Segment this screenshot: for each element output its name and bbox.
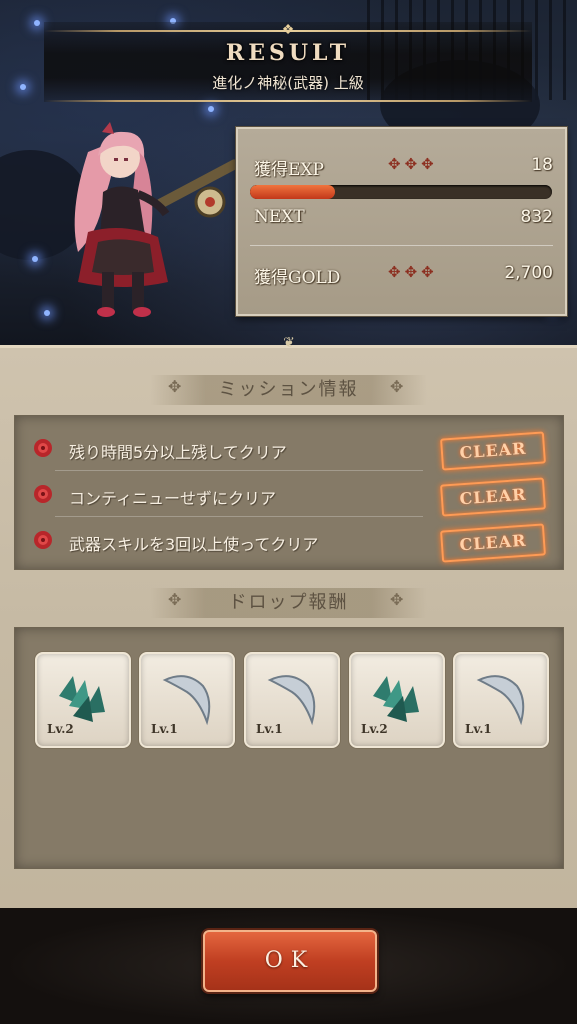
item-level: Lv.1 xyxy=(256,722,283,736)
cross-ornament-icon: ✥ xyxy=(390,590,406,609)
rose-icon xyxy=(34,485,52,503)
drop-item[interactable]: Lv.1 xyxy=(453,652,549,748)
clear-stamp: CLEAR xyxy=(440,431,546,471)
ok-button[interactable]: OK xyxy=(203,930,377,992)
exp-progress-fill xyxy=(250,185,335,199)
item-level: Lv.2 xyxy=(361,722,388,736)
gold-stars-icon: ✥✥✥ xyxy=(388,263,438,281)
result-title: RESULT xyxy=(225,40,351,66)
silver-claw-icon xyxy=(267,675,316,726)
mission-text: 残り時間5分以上残してクリア xyxy=(69,443,287,462)
exp-progress-bar xyxy=(250,185,552,199)
drop-reward-list: Lv.2 Lv.1 Lv.1 Lv.2 Lv.1 xyxy=(14,627,564,869)
item-level: Lv.2 xyxy=(47,722,74,736)
mission-heading: ✥ ミッション情報 ✥ xyxy=(0,375,577,405)
cross-ornament-icon: ✥ xyxy=(168,377,184,396)
clear-stamp: CLEAR xyxy=(440,523,546,563)
silver-claw-icon xyxy=(476,675,525,726)
mission-item: 武器スキルを3回以上使ってクリア CLEAR xyxy=(15,517,563,563)
drop-item[interactable]: Lv.1 xyxy=(244,652,340,748)
mission-item: コンティニューせずにクリア CLEAR xyxy=(15,471,563,517)
parchment-ornament-icon: ❦ xyxy=(283,335,295,351)
drop-heading: ✥ ドロップ報酬 ✥ xyxy=(0,588,577,618)
item-level: Lv.1 xyxy=(151,722,178,736)
silver-claw-icon xyxy=(162,675,211,726)
mission-text: 武器スキルを3回以上使ってクリア xyxy=(69,535,319,554)
green-scale-icon xyxy=(59,676,105,722)
mission-text: コンティニューせずにクリア xyxy=(69,489,277,508)
rose-icon xyxy=(34,439,52,457)
next-label: NEXT xyxy=(254,207,305,227)
item-level: Lv.1 xyxy=(465,722,492,736)
exp-label: 獲得EXP xyxy=(254,160,324,180)
glow-light xyxy=(208,106,214,112)
cross-ornament-icon: ✥ xyxy=(168,590,184,609)
next-value: 832 xyxy=(520,207,553,227)
drop-item[interactable]: Lv.2 xyxy=(349,652,445,748)
drop-item[interactable]: Lv.1 xyxy=(139,652,235,748)
quest-name: 進化ノ神秘(武器) 上級 xyxy=(212,74,364,92)
mission-item: 残り時間5分以上残してクリア CLEAR xyxy=(15,425,563,471)
exp-value: 18 xyxy=(531,155,553,175)
glow-light xyxy=(20,84,26,90)
reward-stats-panel: 獲得EXP ✥✥✥ 18 NEXT 832 獲得GOLD ✥✥✥ 2,700 xyxy=(236,127,567,316)
gold-value: 2,700 xyxy=(504,263,553,283)
rose-icon xyxy=(34,531,52,549)
mission-list: 残り時間5分以上残してクリア CLEAR コンティニューせずにクリア CLEAR… xyxy=(14,415,564,570)
clear-stamp: CLEAR xyxy=(440,477,546,517)
glow-light xyxy=(32,256,38,262)
character-sprite xyxy=(74,122,239,317)
gold-row: 獲得GOLD ✥✥✥ 2,700 xyxy=(254,263,553,291)
glow-light xyxy=(44,310,50,316)
cross-ornament-icon: ✥ xyxy=(390,377,406,396)
exp-row: 獲得EXP ✥✥✥ 18 xyxy=(254,155,553,183)
result-title-banner: ❖ RESULT 進化ノ神秘(武器) 上級 xyxy=(44,22,532,102)
banner-ornament-icon: ❖ xyxy=(281,22,295,38)
next-row: NEXT 832 xyxy=(254,207,553,235)
stats-divider xyxy=(250,245,553,246)
green-scale-icon xyxy=(373,676,419,722)
gold-label: 獲得GOLD xyxy=(254,268,341,288)
drop-heading-text: ドロップ報酬 xyxy=(228,592,349,613)
exp-stars-icon: ✥✥✥ xyxy=(388,155,438,173)
glow-light xyxy=(34,20,40,26)
drop-item[interactable]: Lv.2 xyxy=(35,652,131,748)
banner-line xyxy=(44,100,532,102)
mission-heading-text: ミッション情報 xyxy=(218,379,359,400)
